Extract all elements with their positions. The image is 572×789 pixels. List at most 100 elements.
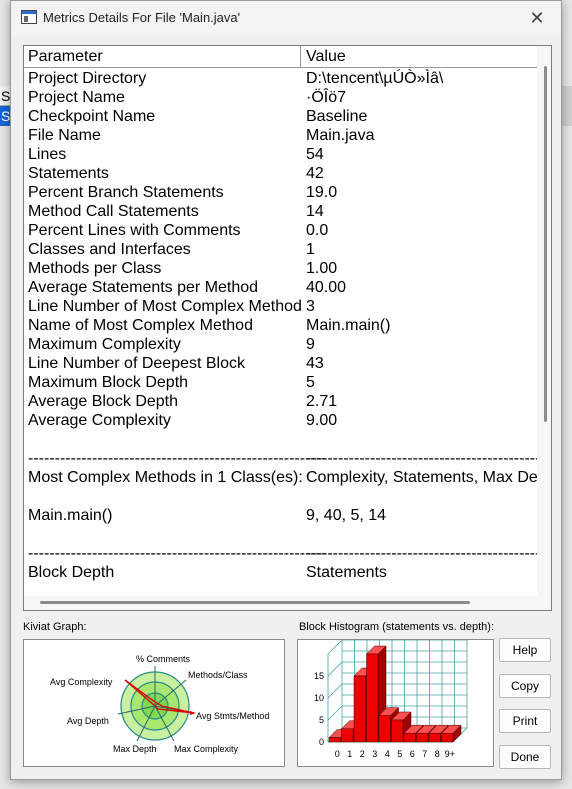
column-divider[interactable]	[300, 46, 301, 68]
copy-button[interactable]: Copy	[499, 674, 551, 698]
parameter-cell: Method Call Statements	[28, 203, 199, 220]
block-histogram: 0 5 10 15 0 1 2 3 4 5 6 7 8 9+	[297, 639, 494, 767]
table-row[interactable]: Main.main() 9, 40, 5, 14	[24, 507, 551, 526]
table-row[interactable]: Average Block Depth 2.71	[24, 393, 551, 412]
kiviat-axis-label-comments: % Comments	[136, 654, 191, 664]
value-cell: D:\tencent\µÚÒ»Ìâ\	[306, 70, 444, 87]
value-cell: 54	[306, 146, 324, 163]
value-cell: 5	[306, 374, 315, 391]
parameter-cell: Name of Most Complex Method	[28, 317, 253, 334]
parameter-cell: Percent Lines with Comments	[28, 222, 241, 239]
table-row[interactable]: File Name Main.java	[24, 127, 551, 146]
histogram-bar	[378, 715, 391, 743]
table-row[interactable]: Method Call Statements 14	[24, 203, 551, 222]
column-header-parameter[interactable]: Parameter	[28, 48, 103, 66]
table-row[interactable]	[24, 431, 551, 450]
column-header-value[interactable]: Value	[306, 48, 346, 66]
table-row[interactable]: Name of Most Complex Method Main.main()	[24, 317, 551, 336]
table-row[interactable]: Checkpoint Name Baseline	[24, 108, 551, 127]
parameter-cell: Average Statements per Method	[28, 279, 259, 296]
table-row[interactable]: Line Number of Deepest Block 43	[24, 355, 551, 374]
histogram-y-tick-label: 15	[314, 671, 324, 681]
histogram-grid-side	[327, 683, 343, 699]
value-cell: 9	[306, 336, 315, 353]
histogram-x-tick-label: 1	[347, 749, 352, 759]
parameter-cell: Average Block Depth	[28, 393, 179, 410]
parameter-cell: Lines	[28, 146, 67, 163]
window-title: Metrics Details For File 'Main.java'	[43, 10, 241, 25]
table-row[interactable]: Most Complex Methods in 1 Class(es): Comp…	[24, 469, 551, 488]
kiviat-axis-label-max-complexity: Max Complexity	[174, 744, 239, 754]
table-row[interactable]: Percent Lines with Comments 0.0	[24, 222, 551, 241]
print-button[interactable]: Print	[499, 709, 551, 733]
help-button[interactable]: Help	[499, 638, 551, 662]
title-bar[interactable]: Metrics Details For File 'Main.java' ✕	[11, 1, 561, 35]
parameter-cell: Percent Branch Statements	[28, 184, 224, 201]
histogram-y-tick-label: 0	[319, 737, 324, 747]
done-button[interactable]: Done	[499, 745, 551, 769]
table-row[interactable]: Line Number of Most Complex Method 3	[24, 298, 551, 317]
parameter-cell: Methods per Class	[28, 260, 162, 277]
table-row[interactable]	[24, 488, 551, 507]
table-row[interactable]: Methods per Class 1.00	[24, 260, 551, 279]
horizontal-scroll-thumb[interactable]	[40, 601, 470, 604]
block-histogram-svg: 0510150 1 2 3 4 5 6 7 8 9+	[314, 639, 468, 759]
metrics-dialog: Metrics Details For File 'Main.java' ✕ P…	[10, 0, 562, 780]
value-cell: 42	[306, 165, 324, 182]
parameter-cell: Maximum Block Depth	[28, 374, 189, 391]
table-row[interactable]	[24, 526, 551, 545]
close-button[interactable]: ✕	[525, 6, 549, 30]
window-app-icon	[21, 10, 37, 24]
histogram-bar	[403, 732, 416, 743]
kiviat-axis-label-methods-class: Methods/Class	[188, 670, 248, 680]
histogram-grid-side	[327, 661, 343, 677]
kiviat-axis-label-avg-depth: Avg Depth	[67, 716, 109, 726]
parameter-cell: Statements	[28, 165, 109, 182]
parameter-cell: Checkpoint Name	[28, 108, 156, 125]
histogram-grid-side	[327, 705, 343, 721]
parameter-cell: Line Number of Deepest Block	[28, 355, 245, 372]
table-row[interactable]: Statements 42	[24, 165, 551, 184]
histogram-bar	[341, 728, 354, 743]
histogram-y-tick-label: 10	[314, 693, 324, 703]
table-row[interactable]: Average Statements per Method 40.00	[24, 279, 551, 298]
table-row[interactable]: Project Directory D:\tencent\µÚÒ»Ìâ\	[24, 70, 551, 89]
parameter-cell: Project Name	[28, 89, 125, 106]
histogram-x-tick-label: 4	[385, 749, 390, 759]
table-row[interactable]: Maximum Block Depth 5	[24, 374, 551, 393]
parameter-cell: ----------------------------------------…	[28, 545, 327, 562]
table-row[interactable]: ----------------------------------------…	[24, 545, 551, 564]
horizontal-scrollbar[interactable]	[24, 596, 551, 610]
histogram-bar	[428, 732, 441, 743]
value-cell: 40.00	[306, 279, 347, 296]
table-row[interactable]: Maximum Complexity 9	[24, 336, 551, 355]
vertical-scroll-thumb[interactable]	[544, 66, 547, 422]
vertical-scrollbar[interactable]	[537, 46, 551, 610]
value-cell: 2.71	[306, 393, 338, 410]
kiviat-graph-label: Kiviat Graph:	[23, 621, 87, 633]
value-cell: 3	[306, 298, 315, 315]
value-cell: 1.00	[306, 260, 338, 277]
value-cell: 43	[306, 355, 324, 372]
table-row[interactable]: Percent Branch Statements 19.0	[24, 184, 551, 203]
parameter-cell: Average Complexity	[28, 412, 171, 429]
table-row[interactable]: Project Name ·ÖÎö7	[24, 89, 551, 108]
parameter-cell: Project Directory	[28, 70, 147, 87]
histogram-x-tick-label: 8	[435, 749, 440, 759]
value-cell: Main.java	[306, 127, 375, 144]
parameter-cell: Classes and Interfaces	[28, 241, 191, 258]
histogram-grid-side	[327, 639, 343, 655]
kiviat-axis-label-avg-stmts: Avg Stmts/Method	[196, 711, 269, 721]
table-header: Parameter Value	[24, 46, 551, 68]
table-row[interactable]: Classes and Interfaces 1	[24, 241, 551, 260]
table-row[interactable]: Lines 54	[24, 146, 551, 165]
table-row[interactable]: Average Complexity 9.00	[24, 412, 551, 431]
histogram-x-tick-label: 6	[410, 749, 415, 759]
table-row[interactable]: Block Depth Statements	[24, 564, 551, 583]
metrics-table[interactable]: Parameter Value Project Directory D:\tenc…	[23, 45, 552, 611]
parameter-cell: Most Complex Methods in 1 Class(es):	[28, 469, 303, 486]
value-cell: Statements	[306, 564, 387, 581]
histogram-x-tick-label: 9+	[445, 749, 455, 759]
table-row[interactable]: ----------------------------------------…	[24, 450, 551, 469]
value-cell: ----------------------------------------…	[306, 545, 551, 562]
